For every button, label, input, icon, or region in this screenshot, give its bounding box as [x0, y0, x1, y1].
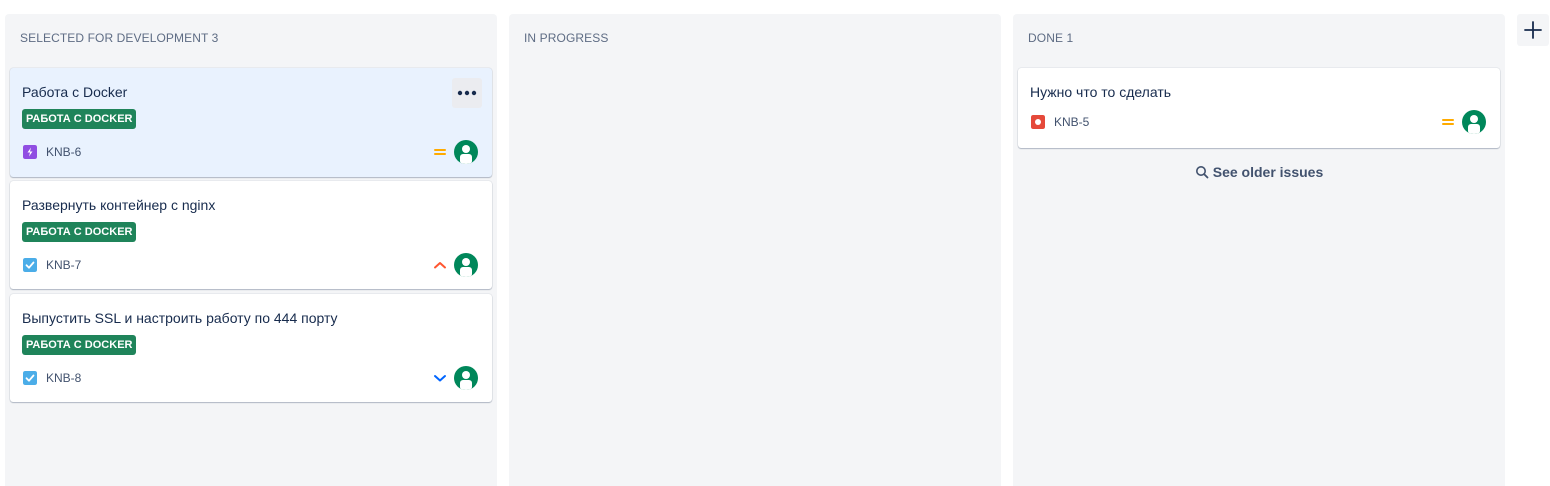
- card-title: Развернуть контейнер с nginx: [22, 197, 216, 213]
- column-header: DONE 1: [1028, 31, 1074, 45]
- card-title: Работа с Docker: [22, 84, 128, 100]
- issue-key[interactable]: KNB-7: [46, 258, 81, 272]
- assignee-avatar[interactable]: [454, 253, 478, 277]
- more-icon: [457, 90, 477, 96]
- more-actions-button[interactable]: [452, 78, 482, 108]
- see-older-label: See older issues: [1212, 164, 1324, 180]
- epic-badge[interactable]: РАБОТА С DOCKER: [22, 222, 137, 242]
- issue-card-knb-6[interactable]: Работа с Docker РАБОТА С DOCKER KNB-6: [10, 68, 492, 177]
- priority-medium-icon: [434, 149, 446, 155]
- column-header: IN PROGRESS: [524, 31, 609, 45]
- search-icon: [1195, 166, 1209, 179]
- epic-badge[interactable]: РАБОТА С DOCKER: [22, 109, 137, 129]
- issue-card-knb-8[interactable]: Выпустить SSL и настроить работу по 444 …: [10, 294, 492, 402]
- add-column-button[interactable]: [1517, 14, 1549, 46]
- assignee-avatar[interactable]: [454, 366, 478, 390]
- assignee-avatar[interactable]: [1462, 110, 1486, 134]
- priority-high-icon: [434, 262, 446, 269]
- task-icon: [23, 258, 37, 272]
- subtask-icon: [23, 145, 37, 159]
- card-title: Выпустить SSL и настроить работу по 444 …: [22, 310, 338, 326]
- issue-card-knb-5[interactable]: Нужно что то сделать KNB-5: [1018, 68, 1500, 148]
- assignee-avatar[interactable]: [454, 140, 478, 164]
- issue-card-knb-7[interactable]: Развернуть контейнер с nginx РАБОТА С DO…: [10, 181, 492, 289]
- issue-key[interactable]: KNB-6: [46, 145, 81, 159]
- epic-badge[interactable]: РАБОТА С DOCKER: [22, 335, 137, 355]
- column-selected-for-development: SELECTED FOR DEVELOPMENT 3 Работа с Dock…: [5, 14, 497, 486]
- priority-medium-icon: [1442, 119, 1454, 125]
- avatar-icon: [460, 258, 472, 277]
- plus-icon: [1524, 21, 1542, 39]
- column-done: DONE 1 Нужно что то сделать KNB-5 See ol…: [1013, 14, 1505, 486]
- bug-icon: [1031, 115, 1045, 129]
- issue-key[interactable]: KNB-8: [46, 371, 81, 385]
- avatar-icon: [460, 371, 472, 390]
- avatar-icon: [460, 145, 472, 164]
- column-header: SELECTED FOR DEVELOPMENT 3: [20, 31, 219, 45]
- task-icon: [23, 371, 37, 385]
- card-title: Нужно что то сделать: [1030, 84, 1172, 100]
- issue-key[interactable]: KNB-5: [1054, 115, 1089, 129]
- see-older-issues-link[interactable]: See older issues: [1013, 164, 1505, 180]
- priority-low-icon: [434, 375, 446, 382]
- avatar-icon: [1468, 115, 1480, 134]
- column-in-progress: IN PROGRESS: [509, 14, 1001, 486]
